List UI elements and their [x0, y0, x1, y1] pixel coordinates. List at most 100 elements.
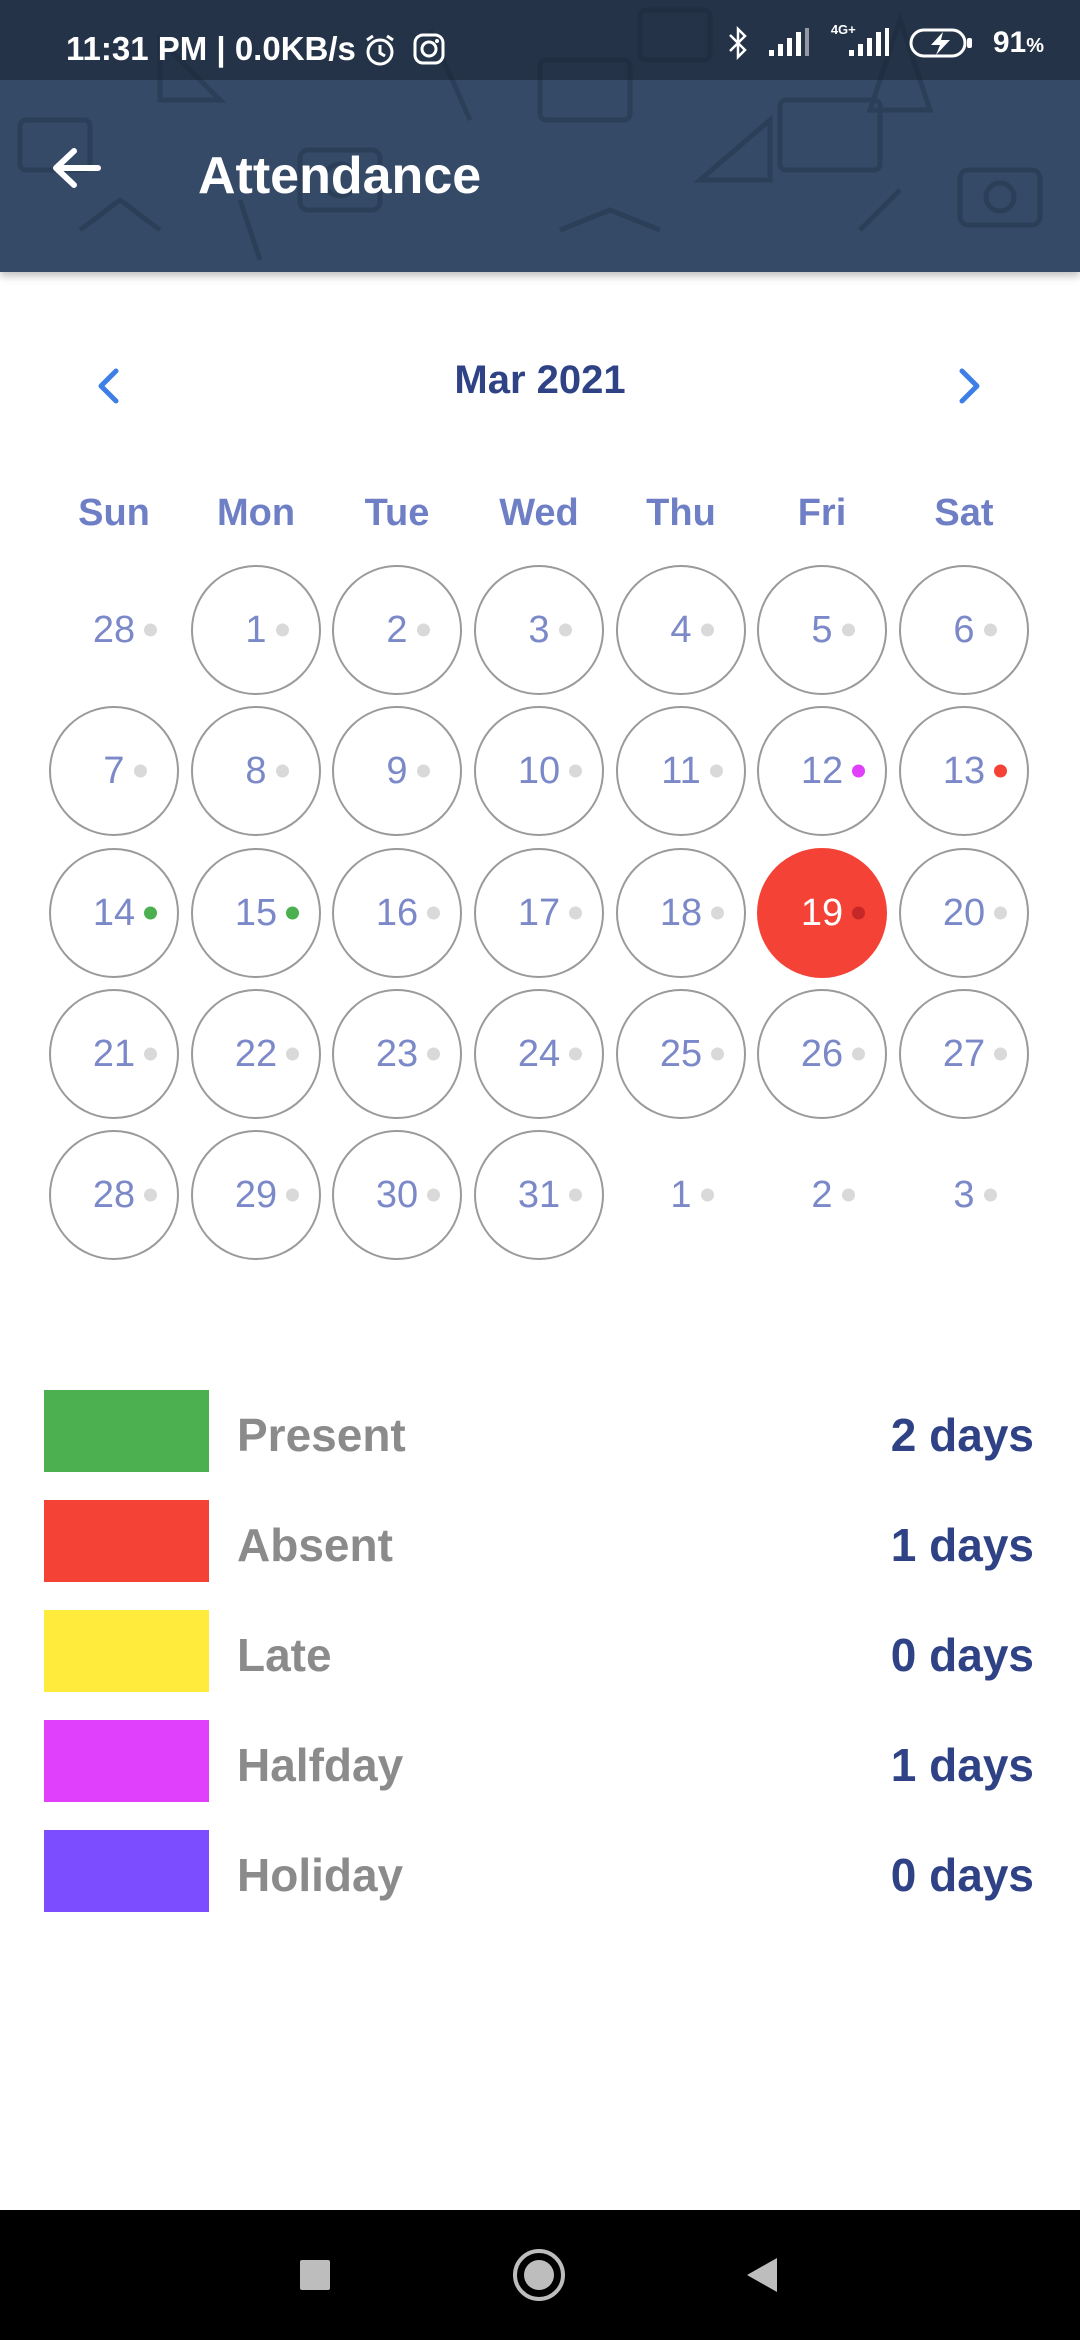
attendance-status-dot	[144, 623, 158, 637]
attendance-status-dot	[994, 906, 1008, 920]
halfday-color-swatch	[44, 1720, 209, 1802]
attendance-status-dot	[711, 1047, 725, 1061]
system-back-button[interactable]	[731, 2245, 791, 2305]
calendar-day[interactable]: 20	[899, 848, 1029, 978]
calendar-day[interactable]: 17	[474, 848, 604, 978]
calendar-day[interactable]: 6	[899, 565, 1029, 695]
calendar-day[interactable]: 28	[49, 565, 179, 695]
legend-label: Halfday	[237, 1739, 404, 1791]
attendance-status-dot	[700, 1188, 714, 1202]
calendar-day[interactable]: 31	[474, 1130, 604, 1260]
calendar-day[interactable]: 14	[49, 848, 179, 978]
recents-button[interactable]	[285, 2245, 345, 2305]
attendance-status-dot	[427, 1047, 441, 1061]
calendar-day[interactable]: 21	[49, 989, 179, 1119]
calendar-day[interactable]: 26	[757, 989, 887, 1119]
attendance-status-dot	[569, 906, 583, 920]
day-number: 14	[93, 892, 158, 935]
day-number: 23	[376, 1033, 441, 1076]
day-number: 3	[953, 1174, 997, 1217]
day-number: 30	[376, 1174, 441, 1217]
day-number: 10	[518, 750, 583, 793]
home-circle-icon	[513, 2249, 565, 2301]
calendar-day[interactable]: 27	[899, 989, 1029, 1119]
legend-label: Absent	[237, 1519, 393, 1571]
day-number: 17	[518, 892, 583, 935]
calendar-day[interactable]: 28	[49, 1130, 179, 1260]
calendar-day[interactable]: 2	[757, 1130, 887, 1260]
day-number: 26	[801, 1033, 866, 1076]
calendar-day[interactable]: 25	[616, 989, 746, 1119]
day-number: 1	[670, 1174, 714, 1217]
calendar-day[interactable]: 12	[757, 706, 887, 836]
calendar-day[interactable]: 9	[332, 706, 462, 836]
calendar-day[interactable]: 8	[191, 706, 321, 836]
day-number: 19	[801, 892, 866, 935]
attendance-status-dot	[286, 1047, 300, 1061]
legend-row-holiday: Holiday 0 days	[0, 1830, 1080, 1912]
calendar-day[interactable]: 13	[899, 706, 1029, 836]
calendar-day[interactable]: 18	[616, 848, 746, 978]
attendance-status-dot	[286, 1188, 300, 1202]
attendance-status-dot	[275, 764, 289, 778]
day-number: 31	[518, 1174, 583, 1217]
day-number: 21	[93, 1033, 158, 1076]
calendar-day[interactable]: 1	[616, 1130, 746, 1260]
attendance-status-dot	[841, 1188, 855, 1202]
back-triangle-icon	[747, 2258, 777, 2292]
calendar-day[interactable]: 10	[474, 706, 604, 836]
calendar-day[interactable]: 24	[474, 989, 604, 1119]
day-number: 29	[235, 1174, 300, 1217]
attendance-status-dot	[144, 1047, 158, 1061]
day-number: 27	[943, 1033, 1008, 1076]
attendance-status-dot	[983, 623, 997, 637]
day-number: 7	[103, 750, 147, 793]
calendar-day[interactable]: 11	[616, 706, 746, 836]
attendance-status-dot	[983, 1188, 997, 1202]
late-color-swatch	[44, 1610, 209, 1692]
day-number: 3	[528, 609, 572, 652]
present-color-swatch	[44, 1390, 209, 1472]
attendance-status-dot	[416, 623, 430, 637]
day-number: 25	[660, 1033, 725, 1076]
attendance-status-dot	[427, 1188, 441, 1202]
holiday-color-swatch	[44, 1830, 209, 1912]
calendar-day[interactable]: 29	[191, 1130, 321, 1260]
day-number: 15	[235, 892, 300, 935]
attendance-status-dot	[852, 906, 866, 920]
calendar-day[interactable]: 3	[474, 565, 604, 695]
legend-row-halfday: Halfday 1 days	[0, 1720, 1080, 1802]
attendance-status-dot	[994, 1047, 1008, 1061]
legend-row-absent: Absent 1 days	[0, 1500, 1080, 1582]
calendar-day[interactable]: 3	[899, 1130, 1029, 1260]
calendar-day[interactable]: 2	[332, 565, 462, 695]
calendar-day[interactable]: 22	[191, 989, 321, 1119]
calendar-day[interactable]: 1	[191, 565, 321, 695]
day-number: 16	[376, 892, 441, 935]
day-number: 11	[661, 750, 723, 793]
legend-label: Holiday	[237, 1849, 404, 1901]
day-number: 6	[953, 609, 997, 652]
calendar-day[interactable]: 23	[332, 989, 462, 1119]
calendar-day[interactable]: 30	[332, 1130, 462, 1260]
day-number: 22	[235, 1033, 300, 1076]
legend-label: Present	[237, 1409, 406, 1461]
attendance-status-dot	[700, 623, 714, 637]
attendance-status-dot	[852, 764, 866, 778]
day-number: 28	[93, 1174, 158, 1217]
day-number: 8	[245, 750, 289, 793]
calendar-day[interactable]: 4	[616, 565, 746, 695]
attendance-status-dot	[416, 764, 430, 778]
attendance-status-dot	[427, 906, 441, 920]
calendar-day[interactable]: 7	[49, 706, 179, 836]
recents-square-icon	[300, 2260, 330, 2290]
attendance-status-dot	[852, 1047, 866, 1061]
legend-value: 1 days	[890, 1739, 1034, 1791]
home-button[interactable]	[509, 2245, 569, 2305]
calendar-day[interactable]: 16	[332, 848, 462, 978]
calendar-day[interactable]: 15	[191, 848, 321, 978]
attendance-status-dot	[569, 1188, 583, 1202]
calendar-day-selected[interactable]: 19	[757, 848, 887, 978]
calendar-day[interactable]: 5	[757, 565, 887, 695]
attendance-status-dot	[275, 623, 289, 637]
